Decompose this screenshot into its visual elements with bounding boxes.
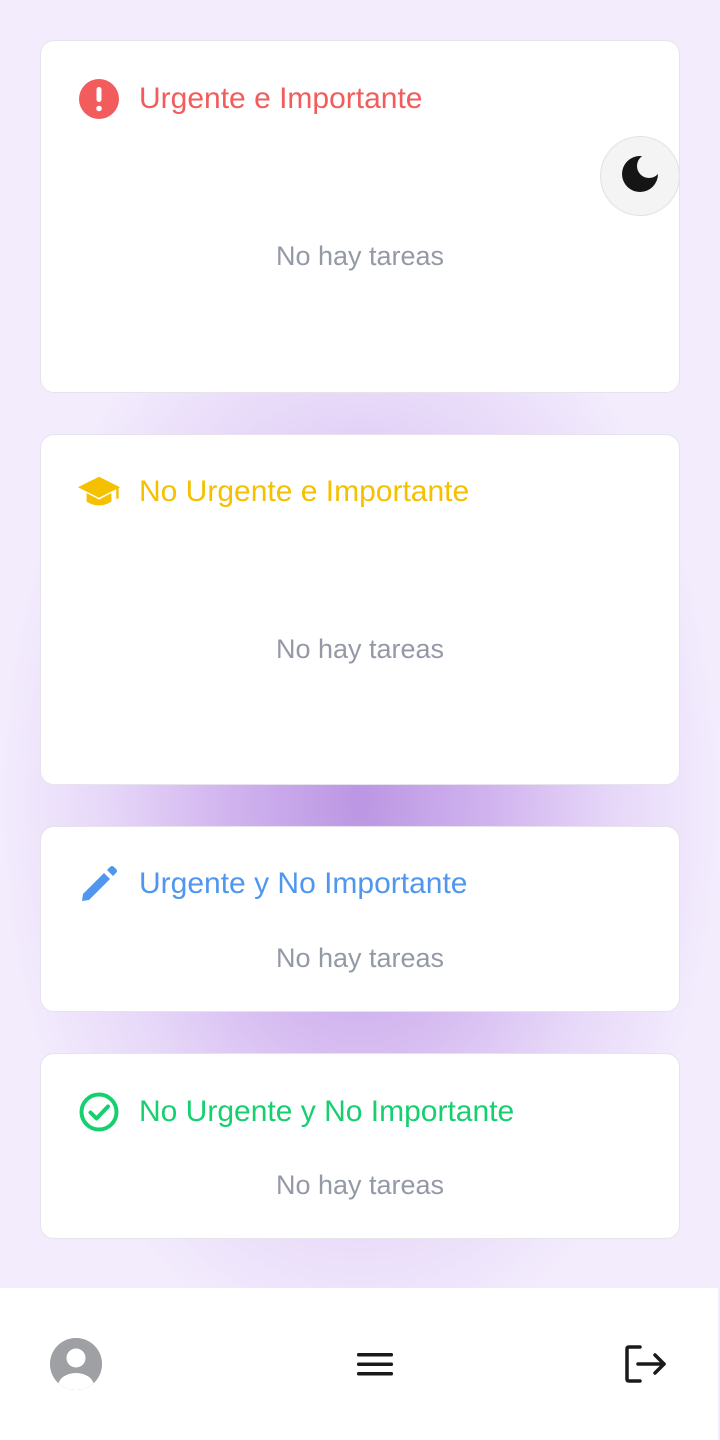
logout-icon — [625, 1345, 666, 1383]
empty-state-text: No hay tareas — [275, 241, 445, 271]
check-circle-icon — [77, 1090, 121, 1134]
quadrant-urgent-important: Urgente e Importante No hay tareas — [40, 40, 680, 393]
menu-button[interactable] — [355, 1348, 395, 1380]
quadrant-title: Urgente y No Importante — [139, 867, 468, 900]
empty-state-text: No hay tareas — [275, 1170, 445, 1200]
moon-icon — [620, 153, 661, 199]
bottom-navigation-bar — [0, 1288, 718, 1440]
logout-button[interactable] — [624, 1344, 670, 1384]
hamburger-menu-icon — [357, 1353, 393, 1376]
quadrant-title: No Urgente y No Importante — [139, 1095, 515, 1128]
user-avatar-icon — [50, 1338, 102, 1390]
graduation-cap-icon — [77, 470, 121, 514]
quadrant-header: Urgente e Importante — [77, 77, 423, 121]
quadrant-header: No Urgente y No Importante — [77, 1090, 514, 1134]
empty-state-text: No hay tareas — [275, 634, 445, 664]
theme-toggle-button[interactable] — [600, 136, 680, 216]
quadrant-header: No Urgente e Importante — [77, 470, 469, 514]
pencil-icon — [77, 862, 121, 906]
empty-state-text: No hay tareas — [275, 943, 445, 973]
quadrant-title: No Urgente e Importante — [139, 475, 470, 508]
quadrant-urgent-not-important: Urgente y No Importante No hay tareas — [40, 826, 680, 1012]
profile-button[interactable] — [50, 1338, 102, 1390]
exclamation-circle-icon — [77, 77, 121, 121]
quadrant-not-urgent-important: No Urgente e Importante No hay tareas — [40, 434, 680, 785]
quadrant-title: Urgente e Importante — [139, 82, 423, 115]
quadrant-not-urgent-not-important: No Urgente y No Importante No hay tareas — [40, 1053, 680, 1239]
quadrant-header: Urgente y No Importante — [77, 862, 468, 906]
